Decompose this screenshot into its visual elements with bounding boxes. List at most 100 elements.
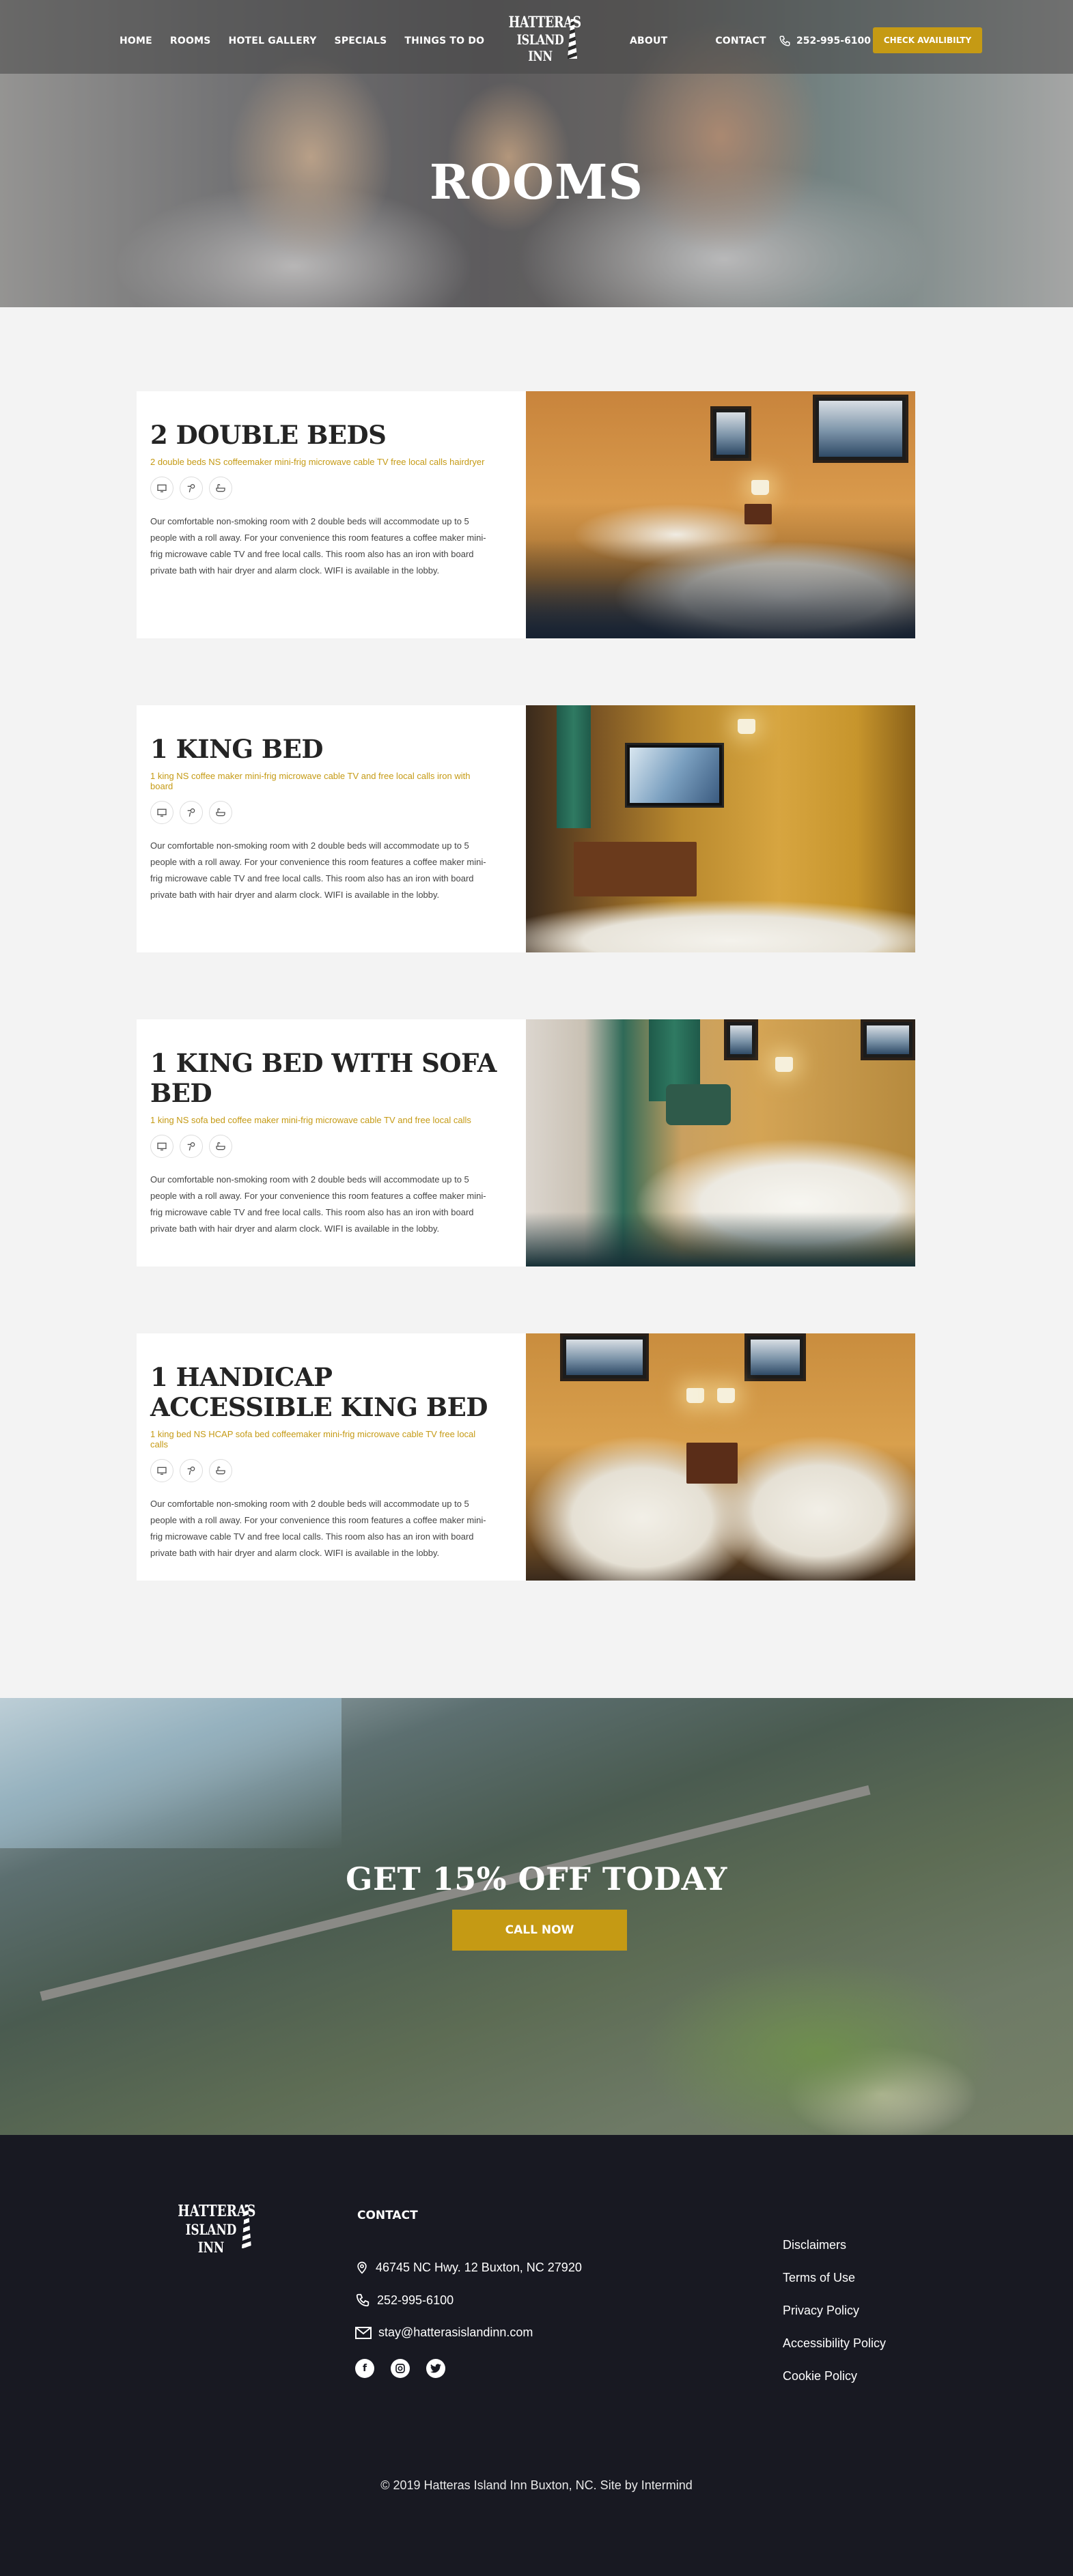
amenity-icons [150,1459,512,1482]
twitter-icon[interactable] [426,2359,445,2378]
phone-icon [779,36,790,46]
primary-nav-left: HOME ROOMS HOTEL GALLERY SPECIALS THINGS… [120,36,484,46]
social-links: f [355,2359,445,2378]
promo-banner: GET 15% OFF TODAY CALL NOW [0,1698,1073,2135]
map-pin-icon [357,2261,367,2274]
footer-logo-line-2: ISLAND INN [185,2221,237,2256]
wall-art [813,395,908,463]
logo-line-2: ISLAND INN [516,31,564,64]
room-description: Our comfortable non-smoking room with 2 … [150,1174,486,1234]
bathtub-icon [209,477,232,500]
room-photo [526,1333,915,1581]
desk [574,842,697,896]
bathtub-icon [209,1135,232,1158]
room-card-1-handicap-accessible-king-bed: 1 HANDICAP ACCESSIBLE KING BED 1 king be… [137,1333,915,1581]
footer-link-accessibility-policy[interactable]: Accessibility Policy [783,2336,886,2351]
room-info: 1 KING BED WITH SOFA BED 1 king NS sofa … [137,1019,526,1266]
room-card-1-king-bed: 1 KING BED 1 king NS coffee maker mini-f… [137,705,915,952]
amenity-icons [150,477,512,500]
lamp [717,1388,735,1403]
lamp [738,719,755,734]
footer-email-link[interactable]: stay@hatterasislandinn.com [355,2325,533,2340]
site-logo[interactable]: HATTERAS ISLAND INN [501,14,582,66]
wall-art [724,1019,758,1060]
room-amenities-line: 1 king bed NS HCAP sofa bed coffeemaker … [150,1429,476,1449]
room-info: 1 HANDICAP ACCESSIBLE KING BED 1 king be… [137,1333,526,1581]
footer-contact-heading: CONTACT [357,2209,418,2222]
room-description: Our comfortable non-smoking room with 2 … [150,840,486,900]
header-phone-number: 252-995-6100 [796,36,872,46]
footer-logo-line-1: HATTERAS [178,2202,256,2220]
amenity-icons [150,1135,512,1158]
instagram-icon[interactable] [391,2359,410,2378]
phone-icon [356,2293,370,2307]
room-title: 1 KING BED WITH SOFA BED [150,1048,497,1108]
copyright: © 2019 Hatteras Island Inn Buxton, NC. S… [380,2478,693,2492]
footer-phone-link[interactable]: 252-995-6100 [355,2293,454,2308]
sofa [666,1084,731,1125]
footer-link-cookie-policy[interactable]: Cookie Policy [783,2368,886,2383]
page-title: ROOMS [429,154,644,210]
hairdryer-icon [180,477,203,500]
lamp [775,1057,793,1072]
envelope-icon [355,2326,372,2339]
footer-address: 46745 NC Hwy. 12 Buxton, NC 27920 [355,2260,582,2275]
footer-link-privacy-policy[interactable]: Privacy Policy [783,2303,886,2318]
room-amenities-line: 2 double beds NS coffeemaker mini-frig m… [150,457,485,467]
room-info: 2 DOUBLE BEDS 2 double beds NS coffeemak… [137,391,526,638]
footer-link-disclaimers[interactable]: Disclaimers [783,2237,886,2252]
amenity-icons [150,801,512,824]
footer-address-text: 46745 NC Hwy. 12 Buxton, NC 27920 [376,2260,582,2274]
tv-icon [150,1135,173,1158]
header-phone-link[interactable]: 252-995-6100 [779,35,871,47]
top-navigation-bar: HOME ROOMS HOTEL GALLERY SPECIALS THINGS… [0,0,1073,74]
wall-art [560,1333,649,1381]
lamp [686,1388,704,1403]
call-now-button[interactable]: CALL NOW [452,1910,627,1951]
site-footer: HATTERAS ISLAND INN CONTACT 46745 NC Hwy… [0,2135,1073,2576]
tv-icon [150,1459,173,1482]
bathtub-icon [209,1459,232,1482]
nightstand [744,504,772,524]
tv [625,743,724,808]
room-description: Our comfortable non-smoking room with 2 … [150,1499,486,1558]
footer-phone-text: 252-995-6100 [377,2293,454,2307]
wall-art [861,1019,915,1060]
room-info: 1 KING BED 1 king NS coffee maker mini-f… [137,705,526,952]
logo-line-1: HATTERAS [508,14,582,31]
footer-links: Disclaimers Terms of Use Privacy Policy … [783,2237,886,2383]
room-title: 2 DOUBLE BEDS [150,420,387,450]
tv-icon [150,477,173,500]
wall-art [710,406,751,461]
curtain [557,705,591,828]
nav-about[interactable]: ABOUT [630,36,667,46]
footer-email-text: stay@hatterasislandinn.com [378,2325,533,2339]
nav-things-to-do[interactable]: THINGS TO DO [404,36,484,46]
promo-title: GET 15% OFF TODAY [346,1860,727,1897]
footer-logo[interactable]: HATTERAS ISLAND INN [169,2202,256,2259]
room-photo [526,705,915,952]
room-title: 1 KING BED [150,734,323,764]
tv-icon [150,801,173,824]
nav-contact[interactable]: CONTACT [715,36,766,46]
hero-banner: HOME ROOMS HOTEL GALLERY SPECIALS THINGS… [0,0,1073,307]
hairdryer-icon [180,801,203,824]
room-title: 1 HANDICAP ACCESSIBLE KING BED [150,1362,488,1422]
room-amenities-line: 1 king NS sofa bed coffee maker mini-fri… [150,1115,471,1125]
hairdryer-icon [180,1459,203,1482]
nav-rooms[interactable]: ROOMS [170,36,211,46]
room-photo [526,391,915,638]
nav-specials[interactable]: SPECIALS [335,36,387,46]
rooms-list: 2 DOUBLE BEDS 2 double beds NS coffeemak… [0,307,1073,1698]
nightstand [686,1443,738,1484]
nav-home[interactable]: HOME [120,36,152,46]
check-availability-button[interactable]: CHECK AVAILIBILTY [873,27,982,53]
nav-hotel-gallery[interactable]: HOTEL GALLERY [229,36,317,46]
bathtub-icon [209,801,232,824]
lamp [751,480,769,495]
facebook-icon[interactable]: f [355,2359,374,2378]
room-card-1-king-bed-with-sofa-bed: 1 KING BED WITH SOFA BED 1 king NS sofa … [137,1019,915,1266]
room-photo [526,1019,915,1266]
footer-link-terms-of-use[interactable]: Terms of Use [783,2270,886,2285]
wall-art [744,1333,806,1381]
